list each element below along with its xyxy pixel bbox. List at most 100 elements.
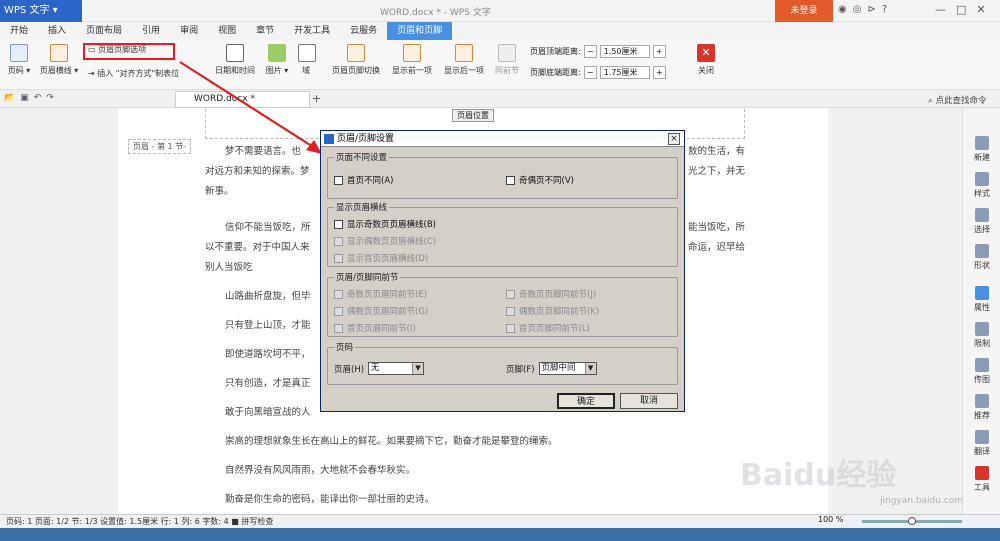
header-top-decrease[interactable]: − (583, 45, 597, 58)
page-number-button[interactable]: 页码 ▾ (4, 42, 34, 76)
tab-references[interactable]: 引用 (132, 22, 170, 40)
sidebar-item-restrict[interactable]: 限制 (963, 322, 1000, 349)
previous-icon (403, 44, 421, 62)
sidebar-item-style[interactable]: 样式 (963, 172, 1000, 199)
login-button[interactable]: 未登录 (775, 0, 833, 22)
help-icon[interactable]: ? (882, 4, 887, 15)
select-value: 无 (371, 363, 380, 373)
open-icon[interactable]: 📂 (4, 93, 15, 103)
close-window-icon[interactable]: ✕ (976, 3, 985, 16)
tab-view[interactable]: 视图 (208, 22, 246, 40)
redo-icon[interactable]: ↷ (46, 93, 54, 103)
switch-header-footer-button[interactable]: 页眉页脚切换 (328, 42, 384, 76)
header-line-label: 页眉横线 (39, 66, 72, 75)
dialog-close-icon[interactable]: × (668, 133, 680, 145)
even-header-same-prev-checkbox[interactable]: 偶数页页眉同前节(G) (334, 305, 428, 317)
checkbox-label: 偶数页页脚同前节(K) (519, 307, 600, 317)
footer-select-field[interactable]: 页脚中间 ▼ (538, 362, 597, 375)
feedback-icon[interactable]: ◎ (853, 4, 862, 15)
odd-footer-same-prev-checkbox[interactable]: 奇数页页脚同前节(J) (506, 288, 596, 300)
header-page-number-select[interactable]: 页眉(H) 无 ▼ (334, 362, 425, 375)
header-line-button[interactable]: 页眉横线 ▾ (38, 42, 80, 76)
close-header-footer-button[interactable]: ✕ 关闭 (694, 42, 718, 76)
show-previous-button[interactable]: 显示前一项 (388, 42, 436, 76)
select-label: 页眉(H) (334, 364, 365, 375)
footer-bottom-increase[interactable]: + (652, 66, 666, 79)
skin-icon[interactable]: ◉ (838, 4, 847, 15)
tab-review[interactable]: 审阅 (170, 22, 208, 40)
tab-start[interactable]: 开始 (0, 22, 38, 40)
field-button[interactable]: 域 (298, 42, 316, 76)
show-odd-header-line-checkbox[interactable]: 显示奇数页页眉横线(B) (334, 218, 436, 230)
first-page-different-checkbox[interactable]: 首页不同(A) (334, 174, 393, 186)
footer-page-number-select[interactable]: 页脚(F) 页脚中间 ▼ (506, 362, 597, 375)
minimize-icon[interactable]: — (935, 3, 946, 16)
show-even-header-line-checkbox[interactable]: 显示偶数页页眉横线(C) (334, 235, 436, 247)
page-number-label: 页码 (7, 66, 24, 75)
search-command[interactable]: ⌕ 点此查找命令 (928, 94, 986, 106)
sidebar-item-recommend[interactable]: 推荐 (963, 394, 1000, 421)
app-menu-button[interactable]: WPS 文字 ▾ (0, 0, 82, 22)
cancel-button[interactable]: 取消 (620, 393, 678, 409)
watermark-url: jingyan.baidu.com (880, 496, 964, 506)
sidebar-item-translate[interactable]: 翻译 (963, 430, 1000, 457)
undo-icon[interactable]: ↶ (34, 93, 42, 103)
picture-icon (268, 44, 286, 62)
tab-cloud[interactable]: 云服务 (340, 22, 387, 40)
show-first-header-line-checkbox[interactable]: 显示首页页眉横线(D) (334, 252, 428, 264)
maximize-icon[interactable]: □ (956, 3, 966, 16)
tab-section[interactable]: 章节 (246, 22, 284, 40)
footer-bottom-input[interactable]: 1.75厘米 (599, 66, 650, 79)
tab-layout[interactable]: 页面布局 (76, 22, 132, 40)
tab-insert[interactable]: 插入 (38, 22, 76, 40)
header-top-input[interactable]: 1.50厘米 (599, 45, 650, 58)
sidebar-item-properties[interactable]: 属性 (963, 286, 1000, 313)
ok-button[interactable]: 确定 (557, 393, 615, 409)
sidebar-item-tools[interactable]: 工具 (963, 466, 1000, 493)
same-as-previous-button[interactable]: 同前节 (492, 42, 522, 76)
titlebar-tools: ◉ ◎ ⊳? (838, 4, 887, 15)
tab-header-footer[interactable]: 页眉和页脚 (387, 22, 453, 40)
right-task-pane: 新建 样式 选择 形状 属性 限制 传图 推荐 翻译 工具 (962, 108, 1000, 514)
sidebar-item-shape[interactable]: 形状 (963, 244, 1000, 271)
checkbox-label: 显示奇数页页眉横线(B) (347, 220, 436, 230)
header-select-field[interactable]: 无 ▼ (368, 362, 425, 375)
dropdown-arrow-icon[interactable]: ▼ (584, 363, 596, 374)
first-footer-same-prev-checkbox[interactable]: 首页页脚同前节(L) (506, 322, 590, 334)
shape-icon (975, 244, 989, 258)
footer-bottom-decrease[interactable]: − (583, 66, 597, 79)
odd-even-different-checkbox[interactable]: 奇偶页不同(V) (506, 174, 574, 186)
dialog-title-bar[interactable]: 页眉/页脚设置 (321, 131, 684, 147)
checkbox-label: 奇数页页脚同前节(J) (519, 290, 597, 300)
header-top-increase[interactable]: + (652, 45, 666, 58)
datetime-button[interactable]: 日期和时间 (212, 42, 258, 76)
tab-developer[interactable]: 开发工具 (284, 22, 340, 40)
header-top-label: 页眉顶端距离: (530, 47, 581, 56)
insert-align-tab-button[interactable]: ⇥ 插入 "对齐方式"制表位 (88, 68, 228, 79)
save-icon[interactable]: ▣ (20, 93, 29, 103)
odd-header-same-prev-checkbox[interactable]: 奇数页页眉同前节(E) (334, 288, 427, 300)
sidebar-item-upload[interactable]: 传图 (963, 358, 1000, 385)
show-next-button[interactable]: 显示后一项 (440, 42, 488, 76)
sidebar-item-new[interactable]: 新建 (963, 136, 1000, 163)
sidebar-item-label: 新建 (974, 153, 990, 162)
align-tab-label: "对齐方式"制表位 (115, 69, 180, 78)
zoom-level[interactable]: 100 % (818, 515, 843, 524)
picture-button[interactable]: 图片 ▾ (262, 42, 292, 76)
style-icon (975, 172, 989, 186)
sidebar-item-label: 选择 (974, 225, 990, 234)
paragraph: 别人当饭吃 (205, 262, 253, 273)
document-tab[interactable]: WORD.docx * (175, 91, 310, 108)
first-header-same-prev-checkbox[interactable]: 首页页眉同前节(I) (334, 322, 416, 334)
paragraph: 只有创造，才是真正 (225, 378, 311, 389)
share-icon[interactable]: ⊳ (867, 4, 875, 15)
dropdown-arrow-icon[interactable]: ▼ (412, 363, 424, 374)
page-diff-group: 页面不同设置 首页不同(A) 奇偶页不同(V) (327, 151, 678, 199)
even-footer-same-prev-checkbox[interactable]: 偶数页页脚同前节(K) (506, 305, 599, 317)
zoom-slider-handle[interactable] (908, 517, 916, 525)
sidebar-item-label: 翻译 (974, 447, 990, 456)
sidebar-item-select[interactable]: 选择 (963, 208, 1000, 235)
group-title: 页眉/页脚同前节 (334, 271, 401, 283)
select-label: 页脚(F) (506, 364, 535, 375)
new-tab-icon[interactable]: + (312, 92, 321, 105)
